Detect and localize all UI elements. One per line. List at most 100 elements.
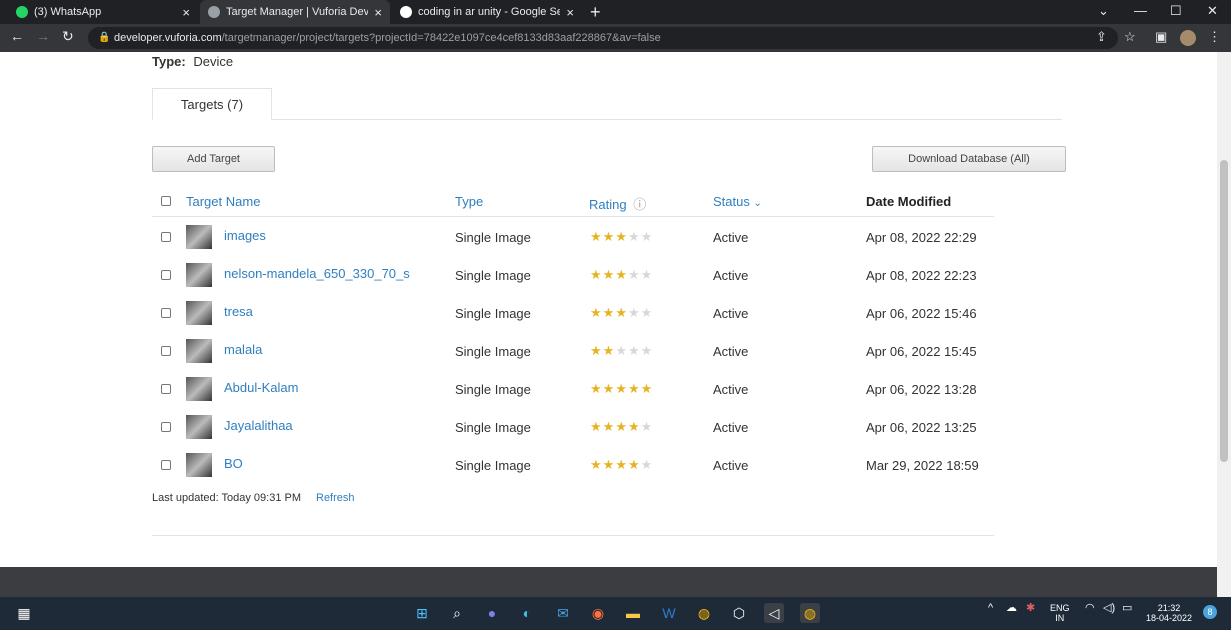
table-row[interactable]: tresa Single Image ★★★★★ Active Apr 06, 2022…: [152, 294, 994, 332]
bookmark-star-icon[interactable]: ☆: [1124, 29, 1136, 45]
windows-taskbar: ▦ ⊞ ⌕ ● ◐ ✉ ◉ ▬ W ◍ ⬡ ◁ ◍ ^ ☁ ✱ ENG IN ◠…: [0, 597, 1231, 630]
type-value: Device: [193, 54, 234, 69]
close-tab-icon[interactable]: ×: [566, 5, 574, 20]
star-icon: ★: [640, 305, 654, 320]
star-icon: ★: [590, 229, 603, 244]
tab-whatsapp[interactable]: (3) WhatsApp ×: [8, 0, 198, 24]
table-divider: [152, 535, 994, 536]
target-name-link[interactable]: Jayalalithaa: [224, 418, 293, 433]
target-type: Single Image: [455, 420, 531, 435]
side-panel-icon[interactable]: ▣: [1155, 29, 1167, 45]
close-tab-icon[interactable]: ×: [182, 5, 190, 20]
unity-editor-icon[interactable]: ◁: [764, 603, 784, 623]
col-target-name[interactable]: Target Name: [186, 194, 260, 209]
language-indicator[interactable]: ENG IN: [1050, 603, 1070, 623]
target-type: Single Image: [455, 458, 531, 473]
target-name-link[interactable]: Abdul-Kalam: [224, 380, 298, 395]
table-row[interactable]: Abdul-Kalam Single Image ★★★★★ Active Apr 06…: [152, 370, 994, 408]
row-checkbox[interactable]: [161, 384, 171, 394]
tab-targets[interactable]: Targets (7): [152, 88, 272, 120]
project-type: Type: Device: [152, 54, 233, 69]
app-tray-icon[interactable]: ✱: [1026, 603, 1035, 614]
row-checkbox[interactable]: [161, 308, 171, 318]
tab-search-icon[interactable]: ⌄: [1098, 3, 1109, 19]
star-icon: ★: [602, 229, 616, 244]
start-icon[interactable]: ⊞: [412, 603, 432, 623]
col-date-modified[interactable]: Date Modified: [866, 194, 951, 209]
address-bar[interactable]: 🔒 developer.vuforia.com/targetmanager/pr…: [88, 27, 1118, 49]
profile-avatar[interactable]: [1180, 30, 1196, 46]
edge-icon[interactable]: ◐: [517, 603, 537, 623]
table-row[interactable]: BO Single Image ★★★★★ Active Mar 29, 2022 18…: [152, 446, 994, 484]
volume-icon[interactable]: ◁): [1103, 603, 1115, 614]
row-checkbox[interactable]: [161, 422, 171, 432]
close-tab-icon[interactable]: ×: [374, 5, 382, 20]
row-checkbox[interactable]: [161, 346, 171, 356]
table-row[interactable]: nelson-mandela_650_330_70_s Single Image ★…: [152, 256, 994, 294]
menu-icon[interactable]: ⋮: [1208, 29, 1221, 45]
weather-icon[interactable]: ☁: [1006, 603, 1017, 614]
table-row[interactable]: malala Single Image ★★★★★ Active Apr 06, 202…: [152, 332, 994, 370]
info-icon[interactable]: ⓘ: [633, 197, 646, 212]
target-type: Single Image: [455, 268, 531, 283]
target-thumbnail: [186, 225, 212, 249]
col-rating[interactable]: Rating ⓘ: [589, 194, 646, 213]
minimize-icon[interactable]: —: [1134, 3, 1147, 18]
page-scrollbar[interactable]: [1217, 52, 1231, 597]
star-icon: ★: [627, 381, 641, 396]
row-checkbox[interactable]: [161, 232, 171, 242]
unity-hub-icon[interactable]: ⬡: [729, 603, 749, 623]
tab-title: coding in ar unity - Google Searc: [418, 6, 561, 18]
wifi-icon[interactable]: ◠: [1085, 603, 1095, 614]
tab-target-manager[interactable]: Target Manager | Vuforia Develo ×: [200, 0, 390, 24]
star-icon: ★: [640, 267, 654, 282]
select-all-checkbox[interactable]: [161, 196, 171, 206]
share-icon[interactable]: ⇪: [1096, 29, 1107, 45]
star-icon: ★: [602, 457, 616, 472]
target-name-link[interactable]: nelson-mandela_650_330_70_s: [224, 266, 410, 281]
table-row[interactable]: Jayalalithaa Single Image ★★★★★ Active Apr 0…: [152, 408, 994, 446]
lock-icon: 🔒: [98, 32, 111, 43]
widgets-icon[interactable]: ▦: [14, 603, 34, 623]
row-checkbox[interactable]: [161, 270, 171, 280]
target-date-modified: Apr 08, 2022 22:23: [866, 268, 977, 283]
col-status[interactable]: Status ⌄: [713, 194, 762, 209]
target-name-link[interactable]: images: [224, 228, 266, 243]
target-name-link[interactable]: tresa: [224, 304, 253, 319]
word-icon[interactable]: W: [659, 603, 679, 623]
star-icon: ★: [640, 457, 654, 472]
teams-chat-icon[interactable]: ●: [482, 603, 502, 623]
rating-stars: ★★★★★: [590, 457, 653, 473]
tab-google-search[interactable]: coding in ar unity - Google Searc ×: [392, 0, 582, 24]
notification-badge[interactable]: 8: [1203, 605, 1217, 619]
star-icon: ★: [602, 419, 616, 434]
mail-icon[interactable]: ✉: [553, 603, 573, 623]
browser-tab-strip: (3) WhatsApp × Target Manager | Vuforia …: [0, 0, 1231, 24]
add-target-button[interactable]: Add Target: [152, 146, 275, 172]
row-checkbox[interactable]: [161, 460, 171, 470]
file-explorer-icon[interactable]: ▬: [623, 603, 643, 623]
reload-icon[interactable]: ↻: [62, 28, 74, 45]
maximize-icon[interactable]: ☐: [1170, 3, 1182, 19]
firefox-icon[interactable]: ◉: [588, 603, 608, 623]
tray-overflow-icon[interactable]: ^: [988, 603, 993, 614]
search-icon[interactable]: ⌕: [447, 603, 467, 623]
battery-icon[interactable]: ▭: [1122, 603, 1132, 614]
star-icon: ★: [590, 343, 603, 358]
target-date-modified: Apr 06, 2022 15:45: [866, 344, 977, 359]
back-icon[interactable]: ←: [10, 28, 24, 44]
col-status-label: Status: [713, 194, 750, 209]
clock[interactable]: 21:32 18-04-2022: [1146, 603, 1192, 623]
target-name-link[interactable]: malala: [224, 342, 262, 357]
new-tab-button[interactable]: +: [590, 2, 601, 23]
col-type[interactable]: Type: [455, 194, 483, 209]
forward-icon[interactable]: →: [36, 28, 50, 44]
chrome-icon[interactable]: ◍: [694, 603, 714, 623]
scrollbar-thumb[interactable]: [1220, 160, 1228, 462]
download-database-button[interactable]: Download Database (All): [872, 146, 1066, 172]
table-row[interactable]: images Single Image ★★★★★ Active Apr 08, 202…: [152, 218, 994, 256]
refresh-link[interactable]: Refresh: [316, 492, 355, 504]
target-name-link[interactable]: BO: [224, 456, 243, 471]
close-window-icon[interactable]: ✕: [1207, 3, 1218, 19]
chrome-active-icon[interactable]: ◍: [800, 603, 820, 623]
